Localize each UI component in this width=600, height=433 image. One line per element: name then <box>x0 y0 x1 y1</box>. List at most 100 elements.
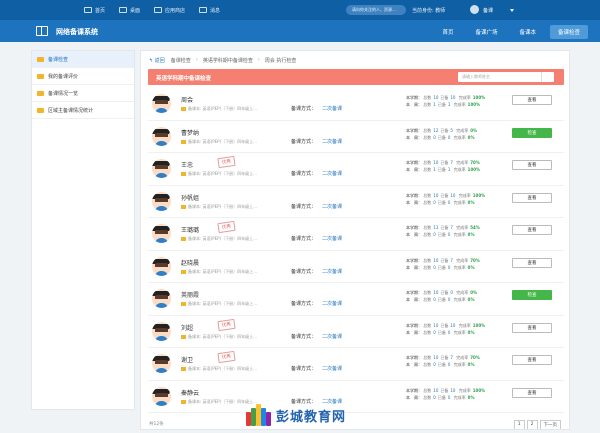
method-link[interactable]: 二次备课 <box>322 365 342 372</box>
record-count: 共12条 <box>149 422 164 427</box>
breadcrumb-separator: › <box>257 57 260 63</box>
teacher-avatar <box>152 256 171 276</box>
method-link[interactable]: 二次备课 <box>322 170 342 177</box>
progress-stats: 本学期： 总数 10 已备 10 完成率 100% 本 周： 总数 1 已备 1 完成率 100… <box>406 95 486 107</box>
page-1[interactable]: 1 <box>513 420 525 429</box>
method-label: 备课方式： <box>291 301 317 307</box>
view-button[interactable]: 查看 <box>512 95 552 105</box>
folder-icon <box>181 237 186 241</box>
teacher-row: 谢卫 优秀 备课本: 英语(PEP)（下册）四年级上… 备课方式： 二次备课 本… <box>148 348 564 381</box>
teacher-name: 王忠 <box>181 162 194 169</box>
method-label: 备课方式： <box>291 138 317 145</box>
sidebar-item-region-stats[interactable]: 区域主备课情况统计 <box>32 102 134 119</box>
user-name[interactable]: 备课 <box>483 7 493 14</box>
topbar-message[interactable]: 消息 <box>199 7 220 14</box>
page-2[interactable]: 2 <box>526 420 538 429</box>
breadcrumb-item[interactable]: 备课检查 <box>171 57 191 64</box>
check-button[interactable]: 检查 <box>512 127 552 138</box>
lesson-book-info: 备课本: 英语(PEP)（下册）四年级上… <box>181 139 257 145</box>
teacher-name: 曹梦纳 <box>181 129 200 137</box>
topbar-store[interactable]: 应用商店 <box>154 7 185 14</box>
progress-stats: 本学期： 总数 10 已备 10 完成率 100% 本 周： 总数 0 已备 0 完成率 0% <box>406 322 486 335</box>
nav-square[interactable]: 备课广场 <box>467 25 505 39</box>
view-button[interactable]: 查看 <box>512 225 552 235</box>
method-label: 备课方式： <box>291 236 317 242</box>
nav-home[interactable]: 首页 <box>434 25 461 39</box>
teacher-search-input[interactable]: 请输入教师姓名 <box>458 72 554 82</box>
main-panel: ↰ 返回 备课检查 › 英语学科期中备课检查 › 周会 执行检查 英语学科期中备… <box>140 50 570 430</box>
progress-stats: 本学期： 总数 13 已备 7 完成率 54% 本 周： 总数 0 已备 0 完成率 0% <box>406 225 480 237</box>
method-link[interactable]: 二次备课 <box>322 268 342 275</box>
teacher-name: 谢卫 <box>181 357 194 364</box>
view-button[interactable]: 查看 <box>512 322 552 333</box>
breadcrumb-item[interactable]: 英语学科期中备课检查 <box>203 57 253 64</box>
chevron-down-icon[interactable] <box>510 9 514 12</box>
view-button[interactable]: 查看 <box>512 192 552 203</box>
folder-icon <box>37 107 44 113</box>
teacher-avatar <box>152 321 171 341</box>
view-button[interactable]: 查看 <box>512 355 552 365</box>
back-link[interactable]: ↰ 返回 <box>149 57 165 64</box>
teacher-name: 孙帆姐 <box>181 194 200 202</box>
view-button[interactable]: 查看 <box>512 160 552 170</box>
teacher-name: 英丽霞 <box>181 292 200 299</box>
method-label: 备课方式： <box>291 268 317 275</box>
method-link[interactable]: 二次备课 <box>322 300 342 307</box>
teacher-name: 周会 <box>181 97 194 104</box>
lesson-book-info: 备课本: 英语(PEP)（下册）四年级上… <box>181 269 257 275</box>
excellent-stamp: 优秀 <box>217 155 236 169</box>
lesson-book-info: 备课本: 英语(PEP)（下册）四年级上… <box>181 236 257 242</box>
teacher-avatar <box>152 289 171 308</box>
view-button[interactable]: 查看 <box>512 387 552 398</box>
next-page[interactable]: 下一页 <box>539 420 561 429</box>
global-search-input[interactable]: 请向你关注的人、资源… <box>346 5 406 15</box>
progress-stats: 本学期： 总数 10 已备 7 完成率 70% 本 周： 总数 0 已备 0 完成率 0% <box>406 257 480 270</box>
method-label: 备课方式： <box>291 203 317 210</box>
teacher-row: 王忠 优秀 备课本: 英语(PEP)（下册）四年级上… 备课方式： 二次备课 本… <box>148 153 564 186</box>
method-label: 备课方式： <box>291 333 317 340</box>
method-link[interactable]: 二次备课 <box>322 138 342 145</box>
method-label: 备课方式： <box>291 171 317 177</box>
books-logo-icon <box>246 404 272 426</box>
folder-icon <box>181 139 186 144</box>
view-button[interactable]: 查看 <box>512 257 552 268</box>
method-link[interactable]: 二次备课 <box>322 105 342 112</box>
sidebar: 备课检查 我的备课评价 备课情况一览 区域主备课情况统计 <box>31 50 135 410</box>
desktop-icon <box>119 7 128 13</box>
teacher-avatar <box>152 354 171 373</box>
lesson-book-info: 备课本: 英语(PEP)（下册）四年级上… <box>181 171 257 177</box>
method-link[interactable]: 二次备课 <box>322 235 342 242</box>
progress-stats: 本学期： 总数 10 已备 0 完成率 0% 本 周： 总数 0 已备 0 完成率 0% <box>406 290 477 302</box>
folder-icon <box>37 90 44 96</box>
topbar-desktop[interactable]: 桌面 <box>119 7 140 14</box>
progress-stats: 本学期： 总数 12 已备 5 完成率 0% 本 周： 总数 0 已备 0 完成率 0% <box>406 127 477 140</box>
lesson-book-info: 备课本: 英语(PEP)（下册）四年级上… <box>181 301 257 307</box>
folder-icon <box>181 204 186 209</box>
nav-lesson-check[interactable]: 备课检查 <box>549 25 588 39</box>
sidebar-item-lesson-check[interactable]: 备课检查 <box>32 51 134 68</box>
folder-icon <box>181 107 186 111</box>
method-link[interactable]: 二次备课 <box>322 333 342 340</box>
sidebar-item-overview[interactable]: 备课情况一览 <box>32 85 134 102</box>
folder-icon <box>181 334 186 339</box>
topbar-home[interactable]: 首页 <box>84 7 105 14</box>
watermark: 彭城教育网 <box>246 404 346 426</box>
teacher-row: 赵晓晨 备课本: 英语(PEP)（下册）四年级上… 备课方式： 二次备课 本学期… <box>148 251 564 283</box>
folder-icon <box>181 367 186 371</box>
check-button[interactable]: 检查 <box>512 290 552 300</box>
sidebar-item-my-evaluation[interactable]: 我的备课评价 <box>32 68 134 85</box>
breadcrumb: ↰ 返回 备课检查 › 英语学科期中备课检查 › 周会 执行检查 <box>149 57 296 64</box>
lesson-book-info: 备课本: 英语(PEP)（下册）四年级上… <box>181 204 257 210</box>
store-icon <box>154 7 163 13</box>
breadcrumb-separator: › <box>195 57 198 63</box>
progress-stats: 本学期： 总数 10 已备 7 完成率 70% 本 周： 总数 0 已备 0 完成率 0% <box>406 355 480 367</box>
message-icon <box>199 7 208 13</box>
app-header: 网络备课系统 首页 备课广场 备课本 备课检查 <box>0 20 600 42</box>
nav-lesson-book[interactable]: 备课本 <box>511 25 544 39</box>
progress-stats: 本学期： 总数 10 已备 7 完成率 70% 本 周： 总数 1 已备 1 完成率 100% <box>406 160 481 172</box>
user-avatar[interactable] <box>470 5 479 14</box>
progress-stats: 本学期： 总数 10 已备 10 完成率 100% 本 周： 总数 0 已备 0 完成率 0% <box>406 387 486 400</box>
teacher-avatar <box>152 159 171 178</box>
method-link[interactable]: 二次备课 <box>322 203 342 210</box>
teacher-name: 秦静云 <box>181 389 200 397</box>
